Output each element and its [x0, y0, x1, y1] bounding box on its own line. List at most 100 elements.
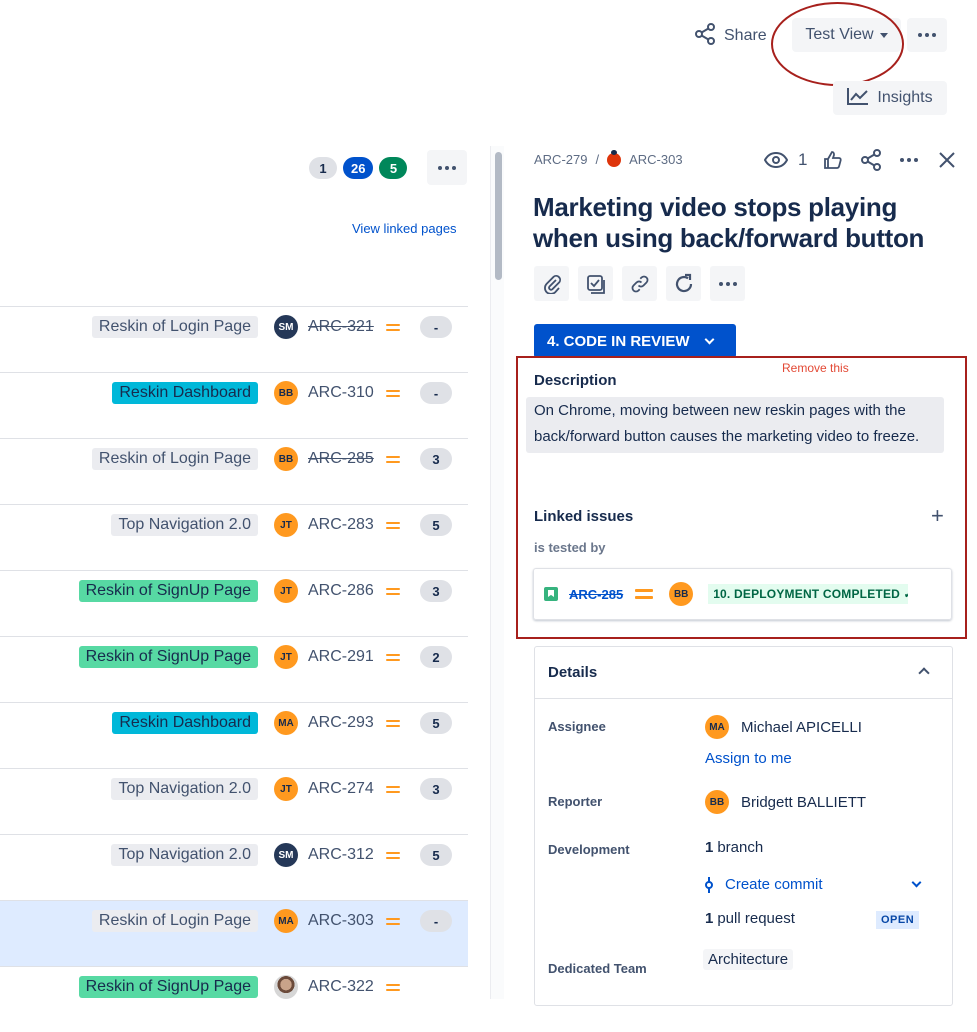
watch-button[interactable]: 1 [764, 148, 807, 172]
link-issue-button[interactable] [622, 266, 657, 301]
linked-status-lozenge[interactable]: 10. DEPLOYMENT COMPLETED ✓ [708, 584, 909, 604]
issue-key[interactable]: ARC-283 [308, 516, 374, 534]
avatar[interactable]: SM [274, 843, 298, 867]
priority-medium-icon [386, 785, 400, 793]
reporter-value[interactable]: BB Bridgett BALLIETT [705, 790, 866, 814]
refresh-button[interactable] [666, 266, 701, 301]
epic-lozenge[interactable]: Top Navigation 2.0 [111, 844, 258, 866]
row-content: Reskin of Login Page BB ARC-285 3 [91, 447, 452, 471]
epic-lozenge[interactable]: Reskin of Login Page [91, 316, 258, 338]
avatar[interactable]: MA [274, 909, 298, 933]
priority-medium-icon [386, 389, 400, 397]
table-row[interactable]: Reskin of SignUp Page JT ARC-291 2 [0, 636, 468, 702]
thumbs-up-icon[interactable] [821, 148, 845, 172]
table-row[interactable]: Reskin of SignUp Page JT ARC-286 3 [0, 570, 468, 636]
epic-lozenge[interactable]: Reskin of Login Page [91, 910, 258, 932]
dedicated-team-value[interactable]: Architecture [703, 949, 794, 970]
epic-lozenge[interactable]: Reskin of SignUp Page [78, 646, 258, 668]
share-icon[interactable] [859, 148, 883, 172]
assign-to-me-link[interactable]: Assign to me [705, 750, 792, 767]
epic-lozenge[interactable]: Reskin of Login Page [91, 448, 258, 470]
epic-lozenge[interactable]: Reskin of SignUp Page [78, 976, 258, 998]
share-button[interactable]: Share [694, 20, 767, 52]
estimate-badge: 3 [420, 448, 452, 470]
row-content: Top Navigation 2.0 JT ARC-274 3 [111, 777, 452, 801]
details-header[interactable]: Details [535, 647, 952, 699]
estimate-badge: 3 [420, 778, 452, 800]
avatar[interactable]: JT [274, 777, 298, 801]
table-row[interactable]: Reskin Dashboard MA ARC-293 5 [0, 702, 468, 768]
avatar[interactable]: MA [274, 711, 298, 735]
breadcrumb-current[interactable]: ARC-303 [629, 152, 682, 167]
row-content: Reskin of Login Page MA ARC-303 - [91, 909, 452, 933]
reporter-label: Reporter [548, 794, 603, 809]
avatar[interactable]: JT [274, 579, 298, 603]
toolbar-more-button[interactable] [710, 266, 745, 301]
avatar[interactable] [274, 975, 298, 999]
close-icon[interactable] [935, 148, 959, 172]
avatar[interactable]: JT [274, 513, 298, 537]
issue-key[interactable]: ARC-293 [308, 714, 374, 732]
table-row[interactable]: Reskin of Login Page BB ARC-285 3 [0, 438, 468, 504]
epic-lozenge[interactable]: Top Navigation 2.0 [111, 514, 258, 536]
chevron-up-icon[interactable] [918, 667, 930, 679]
table-row[interactable]: Reskin of SignUp Page ARC-322 [0, 966, 468, 1032]
scrollbar-thumb[interactable] [495, 152, 502, 280]
epic-lozenge[interactable]: Reskin of SignUp Page [78, 580, 258, 602]
issue-key[interactable]: ARC-303 [308, 912, 374, 930]
issue-key[interactable]: ARC-274 [308, 780, 374, 798]
priority-medium-icon [386, 719, 400, 727]
issue-key[interactable]: ARC-321 [308, 318, 374, 336]
avatar[interactable]: BB [274, 381, 298, 405]
table-row[interactable]: Top Navigation 2.0 JT ARC-274 3 [0, 768, 468, 834]
epic-lozenge[interactable]: Reskin Dashboard [112, 712, 258, 734]
issue-key[interactable]: ARC-322 [308, 978, 374, 996]
watcher-count: 1 [798, 150, 808, 169]
table-row[interactable]: Top Navigation 2.0 SM ARC-312 5 [0, 834, 468, 900]
issue-key[interactable]: ARC-291 [308, 648, 374, 666]
avatar[interactable]: BB [274, 447, 298, 471]
linked-issue-key[interactable]: ARC-285 [569, 587, 623, 602]
assignee-value[interactable]: MA Michael APICELLI [705, 715, 862, 739]
count-badge-in-progress: 26 [343, 157, 374, 179]
table-row[interactable]: Reskin of Login Page SM ARC-321 - [0, 306, 468, 372]
epic-lozenge[interactable]: Top Navigation 2.0 [111, 778, 258, 800]
table-row[interactable]: Top Navigation 2.0 JT ARC-283 5 [0, 504, 468, 570]
pull-request-link[interactable]: 1 pull request [705, 910, 795, 927]
breadcrumb-parent[interactable]: ARC-279 [534, 152, 587, 167]
estimate-badge: 3 [420, 580, 452, 602]
view-linked-pages-link[interactable]: View linked pages [352, 221, 457, 236]
insights-button[interactable]: Insights [833, 81, 947, 115]
create-commit-dropdown[interactable]: Create commit [705, 876, 922, 893]
add-link-icon[interactable]: + [931, 505, 944, 527]
table-row[interactable]: Reskin of Login Page MA ARC-303 - [0, 900, 468, 966]
epic-lozenge[interactable]: Reskin Dashboard [112, 382, 258, 404]
table-row[interactable]: Reskin Dashboard BB ARC-310 - [0, 372, 468, 438]
more-actions-button[interactable] [907, 18, 947, 52]
issue-key[interactable]: ARC-286 [308, 582, 374, 600]
issue-detail-panel: ARC-279 / ARC-303 1 Marketing video stop… [516, 140, 977, 1006]
description-text[interactable]: On Chrome, moving between new reskin pag… [526, 397, 944, 453]
avatar[interactable]: SM [274, 315, 298, 339]
details-heading: Details [548, 664, 598, 681]
more-icon[interactable] [897, 148, 921, 172]
add-child-button[interactable] [578, 266, 613, 301]
issue-title[interactable]: Marketing video stops playing when using… [533, 192, 953, 254]
attach-button[interactable] [534, 266, 569, 301]
commit-icon [705, 876, 713, 893]
pr-text: pull request [717, 910, 795, 927]
avatar[interactable]: JT [274, 645, 298, 669]
branch-link[interactable]: 1 branch [705, 839, 763, 856]
list-more-button[interactable] [427, 150, 467, 185]
count-badge-todo: 1 [309, 157, 337, 179]
row-content: Top Navigation 2.0 SM ARC-312 5 [111, 843, 452, 867]
issue-key[interactable]: ARC-285 [308, 450, 374, 468]
assignee-label: Assignee [548, 719, 606, 734]
branch-text: branch [717, 839, 764, 856]
linked-issue-card[interactable]: ARC-285 BB 10. DEPLOYMENT COMPLETED ✓ [533, 568, 952, 620]
issue-key[interactable]: ARC-310 [308, 384, 374, 402]
status-dropdown[interactable]: 4. CODE IN REVIEW [534, 324, 736, 358]
share-icon [694, 22, 716, 50]
issue-key[interactable]: ARC-312 [308, 846, 374, 864]
pr-status-lozenge: OPEN [876, 911, 920, 929]
